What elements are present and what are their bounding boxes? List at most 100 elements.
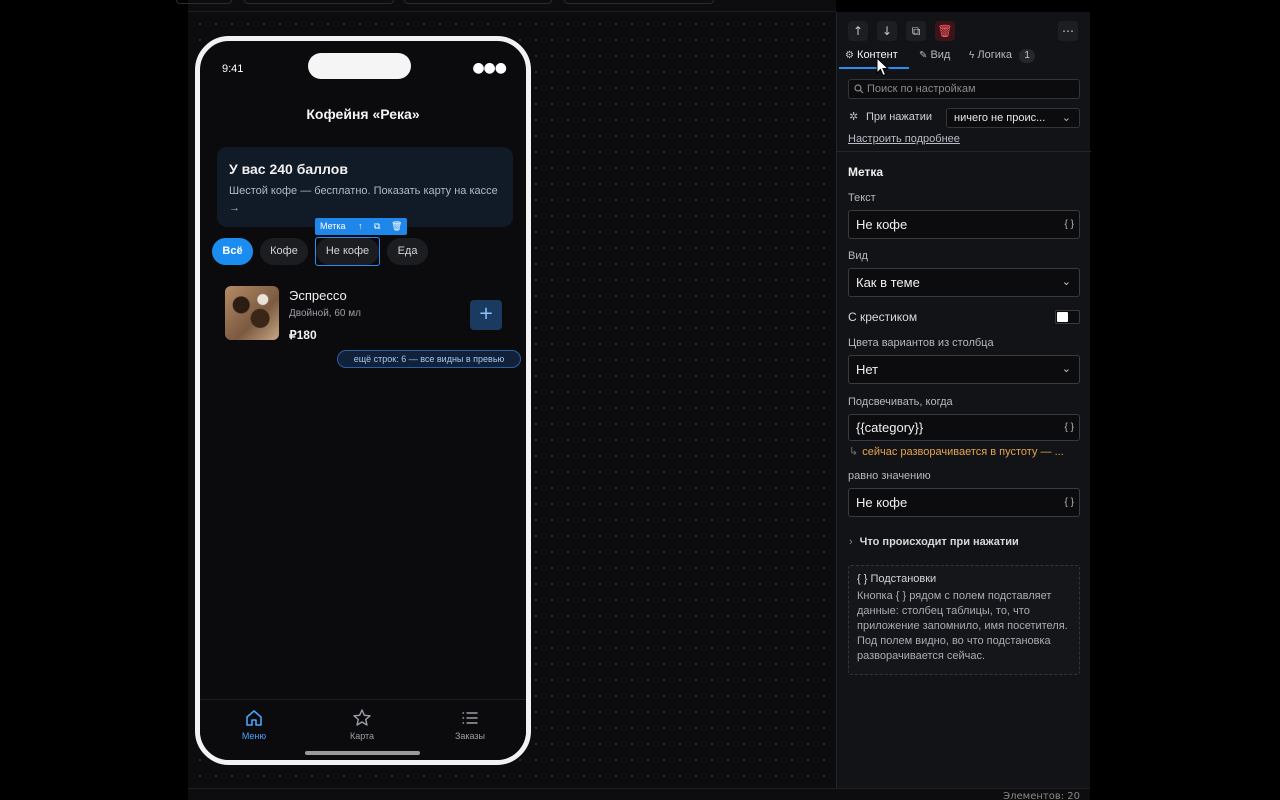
- status-indicator-icon: ●●●: [472, 60, 507, 76]
- add-to-cart-button[interactable]: +: [470, 300, 502, 330]
- left-background: [0, 0, 188, 800]
- colors-select[interactable]: Нет ⌄: [848, 355, 1080, 384]
- return-arrow-icon: ↳: [849, 446, 859, 458]
- tab-view-label: Вид: [930, 49, 951, 61]
- top-tab-segment[interactable]: [404, 0, 552, 4]
- colors-select-value: Нет: [856, 362, 879, 377]
- home-indicator: [305, 751, 420, 755]
- tab-orders[interactable]: Заказы: [416, 708, 524, 741]
- item-name: Эспрессо: [289, 288, 347, 303]
- active-tab-indicator: [839, 67, 909, 69]
- chevron-down-icon: ⌄: [1061, 112, 1071, 124]
- more-rows-badge: ещё строк: 6 — все видны в превью: [337, 350, 521, 368]
- trash-icon[interactable]: 🗑: [391, 218, 402, 235]
- tab-menu-label: Меню: [241, 731, 267, 741]
- hint-title: { } Подстановки: [857, 573, 937, 585]
- equals-field[interactable]: Не кофе { }: [848, 488, 1080, 517]
- search-placeholder: Поиск по настройкам: [867, 83, 976, 95]
- chip-food[interactable]: Еда: [387, 238, 428, 265]
- canvas-top-bar: [176, 0, 836, 12]
- dynamic-island: [308, 53, 411, 79]
- loyalty-card[interactable]: У вас 240 баллов Шестой кофе — бесплатно…: [217, 147, 513, 227]
- highlight-warning: ↳ сейчас разворачивается в пустоту — ...: [849, 445, 1079, 458]
- chevron-right-icon: ›: [849, 536, 853, 548]
- move-up-button[interactable]: ↑: [848, 21, 868, 41]
- tab-logic-label: Логика: [977, 49, 1013, 61]
- selection-tag[interactable]: Метка ↑ ⧉ 🗑: [315, 218, 407, 235]
- selection-tag-label: Метка: [320, 221, 346, 231]
- colors-label: Цвета вариантов из столбца: [848, 337, 994, 349]
- tab-orders-label: Заказы: [454, 731, 486, 741]
- mouse-cursor-icon: [876, 57, 890, 77]
- phone-preview[interactable]: 9:41 ●●● Кофейня «Река» У вас 240 баллов…: [195, 36, 531, 765]
- on-press-row: ✲ При нажатии ничего не проис... ⌄: [848, 108, 1080, 128]
- equals-field-value: Не кофе: [856, 495, 908, 510]
- tab-view[interactable]: ✎ Вид: [919, 49, 950, 61]
- chip-not-coffee[interactable]: Не кофе: [316, 238, 379, 265]
- duplicate-button[interactable]: ⧉: [906, 21, 926, 41]
- delete-button[interactable]: 🗑: [935, 21, 955, 41]
- configure-link[interactable]: Настроить подробнее: [848, 133, 960, 145]
- chevron-down-icon: ⌄: [1061, 276, 1071, 288]
- braces-icon[interactable]: { }: [1065, 211, 1074, 238]
- highlight-field-value: {{category}}: [856, 420, 924, 435]
- move-down-button[interactable]: ↓: [877, 21, 897, 41]
- view-label: Вид: [848, 250, 868, 262]
- on-press-select[interactable]: ничего не проис... ⌄: [946, 108, 1080, 128]
- search-icon: [854, 84, 864, 94]
- item-thumbnail: [225, 286, 279, 340]
- list-icon: [462, 712, 478, 724]
- close-label: С крестиком: [848, 310, 918, 324]
- move-up-icon[interactable]: ↑: [358, 218, 363, 235]
- item-description: Двойной, 60 мл: [289, 308, 361, 319]
- highlight-label: Подсвечивать, когда: [848, 396, 953, 408]
- text-field-value: Не кофе: [856, 217, 908, 232]
- section-divider: [837, 151, 1091, 152]
- tab-menu[interactable]: Меню: [200, 708, 308, 741]
- view-select[interactable]: Как в теме ⌄: [848, 268, 1080, 297]
- tab-logic[interactable]: ϟ Логика 1: [969, 49, 1036, 63]
- right-background: [1090, 0, 1280, 800]
- element-count: Элементов: 20: [1003, 791, 1080, 800]
- chip-all[interactable]: Всё: [212, 238, 253, 265]
- item-price: ₽180: [289, 328, 317, 342]
- on-press-label: При нажатии: [866, 111, 932, 123]
- tab-map[interactable]: Карта: [308, 708, 416, 741]
- lightning-icon: ϟ: [969, 50, 975, 61]
- loyalty-subtitle: Шестой кофе — бесплатно. Показать карту …: [229, 185, 498, 214]
- substitutions-hint: { } Подстановки Кнопка { } рядом с полем…: [848, 565, 1080, 675]
- list-item[interactable]: Эспрессо Двойной, 60 мл ₽180 +: [225, 286, 505, 346]
- logic-count-badge: 1: [1019, 49, 1036, 63]
- equals-label: равно значению: [848, 470, 931, 482]
- gear-icon: ⚙: [845, 50, 854, 61]
- toggle-knob: [1057, 312, 1068, 322]
- highlight-warning-text: сейчас разворачивается в пустоту — ...: [862, 446, 1064, 458]
- on-press-value: ничего не проис...: [954, 112, 1046, 124]
- hint-body: Кнопка { } рядом с полем подставляет дан…: [857, 590, 1068, 662]
- settings-search-input[interactable]: Поиск по настройкам: [848, 79, 1080, 99]
- top-tab-segment[interactable]: [176, 0, 232, 4]
- chevron-down-icon: ⌄: [1061, 363, 1071, 375]
- top-tab-segment[interactable]: [564, 0, 714, 4]
- more-options-button[interactable]: ⋯: [1058, 21, 1078, 41]
- brush-icon: ✎: [919, 50, 928, 61]
- on-press-expander[interactable]: › Что происходит при нажатии: [849, 536, 1019, 548]
- loyalty-title: У вас 240 баллов: [229, 161, 348, 177]
- section-title: Метка: [848, 165, 884, 179]
- properties-panel: ↑ ↓ ⧉ 🗑 ⋯ ⚙ Контент ✎ Вид ϟ Логика 1 Пои…: [836, 12, 1091, 788]
- braces-icon[interactable]: { }: [1065, 489, 1074, 516]
- text-label: Текст: [848, 192, 876, 204]
- braces-icon[interactable]: { }: [1065, 415, 1074, 440]
- close-toggle[interactable]: [1055, 310, 1080, 324]
- tab-map-label: Карта: [349, 731, 375, 741]
- expander-label: Что происходит при нажатии: [859, 536, 1019, 548]
- duplicate-icon[interactable]: ⧉: [374, 218, 380, 235]
- top-tab-segment[interactable]: [244, 0, 394, 4]
- home-icon: [246, 710, 262, 726]
- view-select-value: Как в теме: [856, 275, 920, 290]
- text-field[interactable]: Не кофе { }: [848, 210, 1080, 239]
- app-title: Кофейня «Река»: [306, 106, 420, 122]
- status-bar: Элементов: 20: [188, 788, 1090, 800]
- highlight-field[interactable]: {{category}} { }: [848, 414, 1080, 441]
- chip-coffee[interactable]: Кофе: [260, 238, 308, 265]
